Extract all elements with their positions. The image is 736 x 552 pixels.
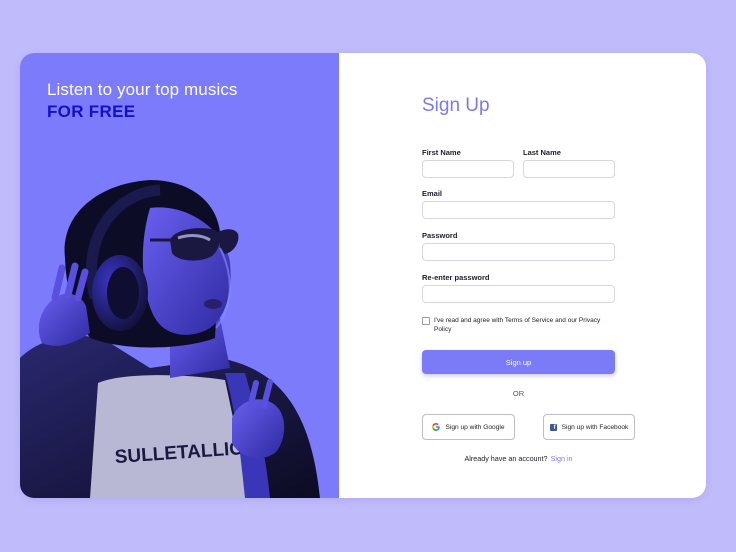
or-divider: OR (512, 389, 525, 398)
reenter-password-label: Re-enter password (422, 273, 490, 282)
facebook-signup-label: Sign up with Facebook (561, 423, 629, 431)
email-input[interactable] (422, 201, 615, 219)
last-name-label: Last Name (523, 148, 561, 157)
hero-highlight: FOR FREE (47, 102, 136, 121)
signup-form: Sign Up First Name Last Name Email Passw… (339, 53, 706, 498)
email-label: Email (422, 189, 443, 198)
hero-title: Listen to your top musics (47, 80, 238, 99)
sign-up-button[interactable]: Sign up (422, 350, 615, 374)
terms-text: I've read and agree with Terms of Servic… (434, 317, 601, 333)
signup-card: Listen to your top musics FOR FREE SULLE… (20, 53, 706, 498)
form-title: Sign Up (422, 95, 490, 116)
sign-in-link[interactable]: Sign in (551, 454, 573, 463)
password-input[interactable] (422, 243, 615, 261)
last-name-input[interactable] (523, 160, 615, 178)
first-name-input[interactable] (422, 160, 514, 178)
reenter-password-input[interactable] (422, 285, 615, 303)
google-g-icon (432, 423, 441, 431)
facebook-signup-button[interactable]: f Sign up with Facebook (543, 414, 635, 440)
facebook-f-icon: f (549, 423, 557, 431)
first-name-label: First Name (422, 148, 461, 157)
hero-photo-woman-with-headphones: SULLETALLIC (20, 180, 320, 498)
terms-checkbox[interactable] (422, 317, 430, 325)
hero-panel: Listen to your top musics FOR FREE SULLE… (20, 53, 339, 498)
account-prompt-text: Already have an account? (464, 454, 548, 463)
signin-prompt: Already have an account? Sign in (422, 454, 615, 463)
password-label: Password (422, 231, 458, 240)
google-signup-button[interactable]: Sign up with Google (422, 414, 515, 440)
google-signup-label: Sign up with Google (445, 423, 505, 431)
